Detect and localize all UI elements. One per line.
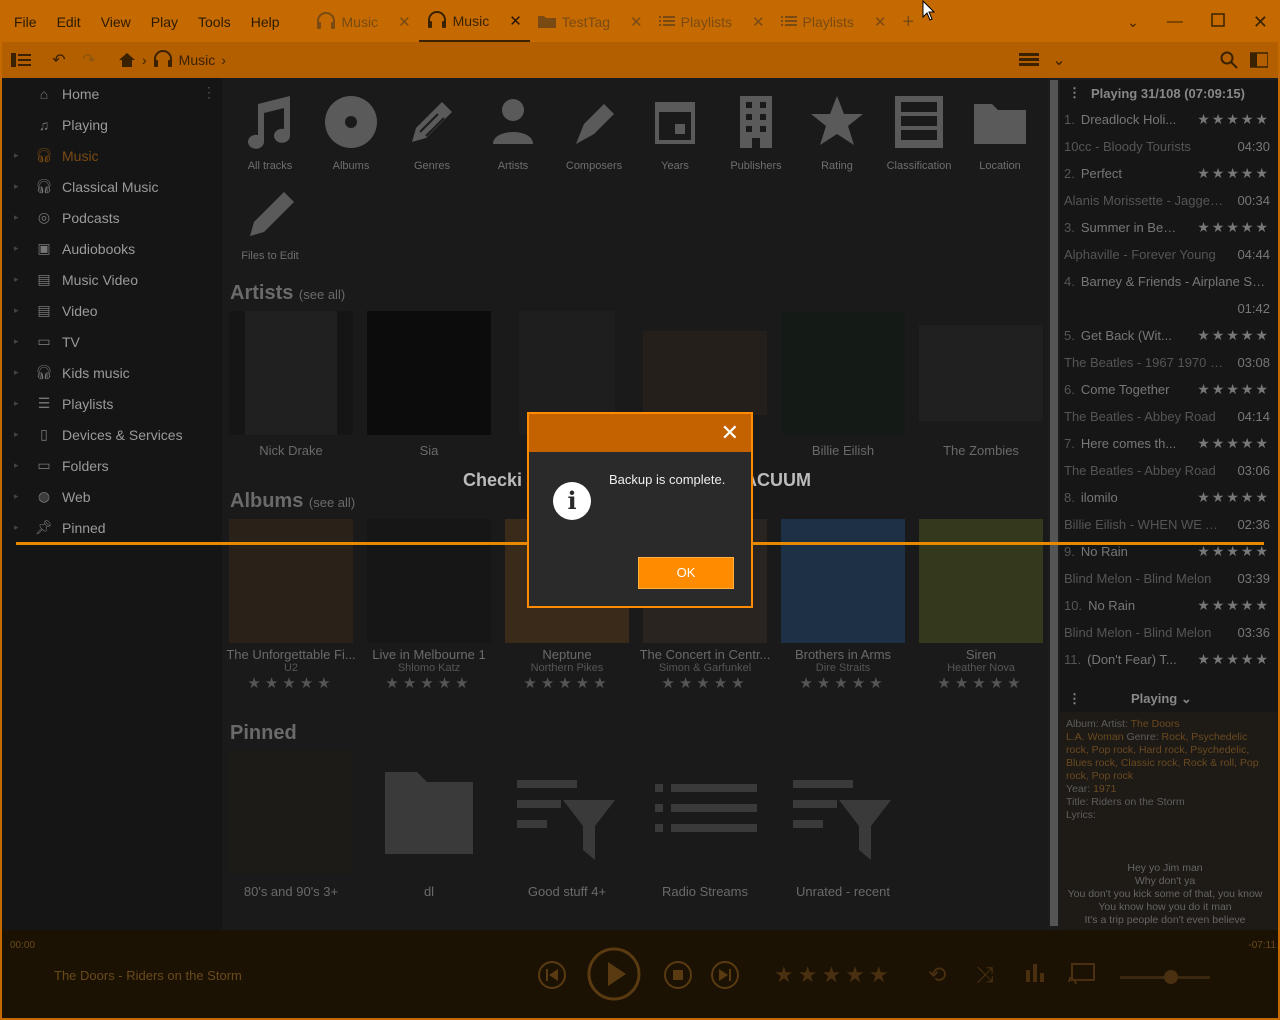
- info-icon: i: [553, 482, 591, 520]
- modal-overlay: Checki ACUUM ✕ i Backup is complete. OK: [0, 0, 1280, 1020]
- dialog-message: Backup is complete.: [609, 472, 726, 487]
- ok-button[interactable]: OK: [638, 557, 734, 589]
- dialog-header: ✕: [529, 414, 751, 452]
- close-icon[interactable]: ✕: [721, 420, 739, 446]
- backup-dialog: ✕ i Backup is complete. OK: [527, 412, 753, 608]
- mouse-cursor-icon: [922, 0, 936, 21]
- checking-text-left: Checki: [463, 470, 523, 490]
- checking-text-right: ACUUM: [744, 470, 811, 490]
